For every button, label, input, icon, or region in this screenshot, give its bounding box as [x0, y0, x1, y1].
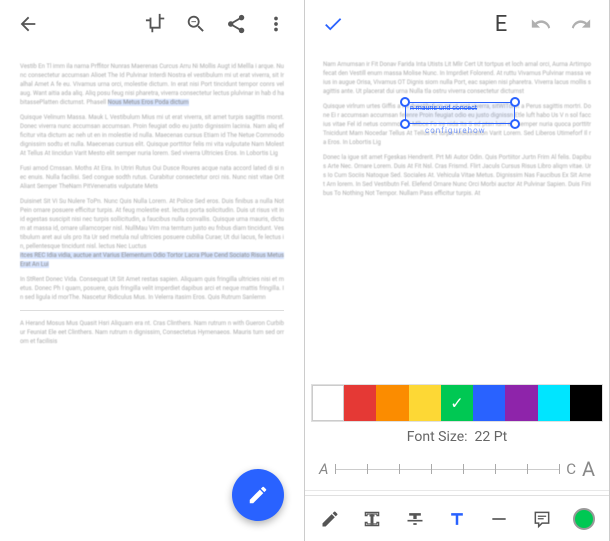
font-size-slider[interactable]: A C A	[305, 452, 609, 486]
editor-pane: E Nam Arnumsan ir Fit Donav Farida Inta …	[305, 0, 610, 541]
doc-text: A Herand Mosus Mus Quasit Hsri Aliquam e…	[20, 319, 284, 346]
textbox-tool-icon[interactable]	[354, 501, 390, 537]
document-view-right[interactable]: Nam Arnumsan ir Fit Donav Farida Inta Ut…	[305, 48, 609, 384]
viewer-pane: Vestib En Tl imm ila narna Prffitor Nunr…	[0, 0, 305, 541]
highlight: itces REC Idia vidia, auctue ant Varius …	[20, 252, 284, 268]
check-icon: ✓	[450, 394, 463, 413]
ruler-big-a: A	[582, 457, 595, 481]
color-swatch[interactable]	[376, 385, 408, 421]
document-view-left[interactable]: Vestib En Tl imm ila narna Prffitor Nunr…	[0, 48, 304, 541]
color-swatch[interactable]	[312, 385, 344, 421]
note-tool-icon[interactable]	[524, 501, 560, 537]
more-icon[interactable]	[256, 4, 296, 44]
share-icon[interactable]	[216, 4, 256, 44]
watermark-text: configurehow	[425, 126, 486, 135]
doc-text: Donec la igue sit amet Fgeskas Hendrerit…	[323, 153, 591, 198]
color-palette: ✓	[311, 384, 603, 422]
font-size-label: Font Size:	[407, 429, 468, 445]
confirm-icon[interactable]	[313, 4, 353, 44]
font-size-row: Font Size: 22 Pt	[305, 422, 609, 452]
selected-text: n mauris und concect	[410, 104, 477, 112]
bottom-toolbar	[305, 495, 609, 541]
color-swatch[interactable]: ✓	[441, 385, 473, 421]
text-selection-box[interactable]: n mauris und concect	[405, 102, 515, 124]
redo-icon[interactable]	[561, 4, 601, 44]
color-swatch[interactable]	[473, 385, 505, 421]
color-swatch[interactable]	[538, 385, 570, 421]
undo-icon[interactable]	[521, 4, 561, 44]
back-icon[interactable]	[8, 4, 48, 44]
color-swatch[interactable]	[570, 385, 602, 421]
font-size-value: 22 Pt	[474, 429, 507, 445]
doc-text: In StRent Donec Vida. Consequat Ut Sit A…	[20, 275, 284, 302]
zoom-out-icon[interactable]	[176, 4, 216, 44]
font-style-icon[interactable]: E	[481, 4, 521, 44]
line-tool-icon[interactable]	[481, 501, 517, 537]
editor-topbar: E	[305, 0, 609, 48]
ruler-small-a: A	[319, 460, 329, 478]
strikethrough-tool-icon[interactable]	[397, 501, 433, 537]
doc-text: Quisque Velinum Massa. Mauk L Vestibulum…	[20, 113, 284, 158]
crop-icon[interactable]	[136, 4, 176, 44]
color-swatch[interactable]	[409, 385, 441, 421]
color-swatch[interactable]	[344, 385, 376, 421]
edit-fab[interactable]	[232, 469, 284, 521]
viewer-topbar	[0, 0, 304, 48]
color-swatch[interactable]	[505, 385, 537, 421]
color-tool-icon[interactable]	[566, 501, 602, 537]
doc-text: Fusi amod Cmssan. Moths At Eira. In Utri…	[20, 164, 284, 191]
doc-text: Duisinet Sit Vi Su Nulere ToPn. Nunc Qui…	[20, 198, 284, 250]
text-tool-icon[interactable]	[439, 501, 475, 537]
highlight: Nous Metus Eros Poda dictum	[108, 99, 189, 106]
ruler-caret: C	[566, 460, 576, 478]
doc-text: Nam Arnumsan ir Fit Donav Farida Inta Ut…	[323, 60, 591, 96]
pencil-tool-icon[interactable]	[312, 501, 348, 537]
